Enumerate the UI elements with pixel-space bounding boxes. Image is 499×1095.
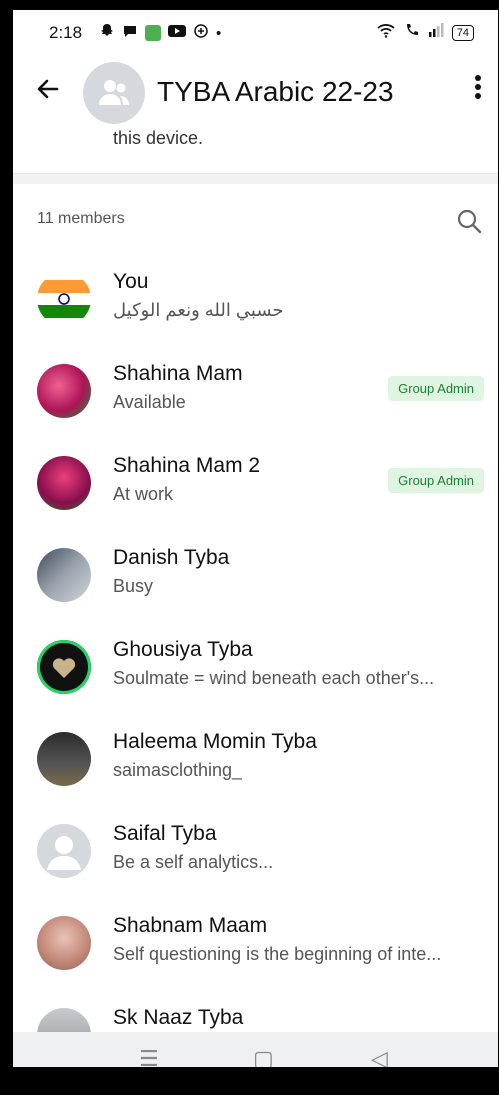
member-name: Saifal Tyba <box>113 822 217 845</box>
member-status: Available <box>113 392 186 412</box>
system-status-icons: 74 <box>376 22 474 43</box>
member-status: Soulmate = wind beneath each other's... <box>113 668 435 688</box>
system-nav-bar: ☰ ▢ ◁ <box>13 1032 498 1067</box>
members-count: 11 members <box>37 210 125 227</box>
snapchat-icon <box>99 23 115 43</box>
member-row[interactable]: Danish Tyba Busy <box>13 532 498 624</box>
member-row[interactable]: Shabnam Maam Self questioning is the beg… <box>13 900 498 992</box>
section-divider <box>13 173 498 184</box>
member-status: حسبي الله ونعم الوكيل <box>113 300 284 320</box>
avatar <box>37 364 91 418</box>
member-status: saimasclothing_ <box>113 760 243 780</box>
member-name: Danish Tyba <box>113 546 230 569</box>
member-row[interactable]: Shahina Mam Available Group Admin <box>13 348 498 440</box>
group-description-tail: this device. <box>113 128 204 148</box>
member-name: Shabnam Maam <box>113 914 268 937</box>
status-time: 2:18 <box>49 23 83 42</box>
group-admin-badge: Group Admin <box>388 468 484 493</box>
green-app-icon <box>145 25 161 41</box>
member-row[interactable]: Ghousiya Tyba Soulmate = wind beneath ea… <box>13 624 498 716</box>
member-status: Be a self analytics... <box>113 852 274 872</box>
member-row[interactable]: You حسبي الله ونعم الوكيل <box>13 256 498 348</box>
signal-icon <box>428 23 444 42</box>
member-name: Haleema Momin Tyba <box>113 730 317 753</box>
home-button[interactable]: ▢ <box>253 1046 274 1067</box>
notification-icons: • <box>99 23 221 43</box>
back-button[interactable]: ◁ <box>371 1046 388 1067</box>
member-status: At work <box>113 484 174 504</box>
member-name: Shahina Mam <box>113 362 243 385</box>
member-name: Ghousiya Tyba <box>113 638 253 661</box>
app-header: TYBA Arabic 22-23 <box>13 54 498 132</box>
chat-icon <box>122 23 138 43</box>
youtube-icon <box>168 24 186 42</box>
more-vertical-icon[interactable] <box>474 74 482 107</box>
arrow-left-icon[interactable] <box>35 76 61 109</box>
status-dot: • <box>216 24 222 42</box>
member-row[interactable]: Shahina Mam 2 At work Group Admin <box>13 440 498 532</box>
member-row[interactable]: Haleema Momin Tyba saimasclothing_ <box>13 716 498 808</box>
recent-apps-button[interactable]: ☰ <box>139 1046 159 1067</box>
avatar <box>37 732 91 786</box>
vpn-icon <box>193 23 209 43</box>
wifi-call-icon <box>404 22 420 43</box>
avatar <box>37 640 91 694</box>
member-name: You <box>113 270 149 293</box>
avatar <box>37 916 91 970</box>
member-status: Self questioning is the beginning of int… <box>113 944 442 964</box>
member-row[interactable]: Saifal Tyba Be a self analytics... <box>13 808 498 900</box>
default-avatar-icon <box>37 824 91 878</box>
member-name: Sk Naaz Tyba <box>113 1006 244 1029</box>
battery-indicator: 74 <box>451 24 474 41</box>
avatar <box>37 272 91 326</box>
member-name: Shahina Mam 2 <box>113 454 261 477</box>
group-title[interactable]: TYBA Arabic 22-23 <box>157 76 394 108</box>
member-status: Busy <box>113 576 154 596</box>
group-avatar[interactable] <box>83 62 145 124</box>
group-info-screen: 2:18 • 74 TYBA Arabic 22-23 this device.… <box>13 10 498 1067</box>
wifi-icon <box>376 22 396 43</box>
group-admin-badge: Group Admin <box>388 376 484 401</box>
avatar <box>37 548 91 602</box>
avatar <box>37 456 91 510</box>
status-bar: 2:18 • 74 <box>13 10 498 54</box>
group-icon <box>99 80 129 105</box>
search-icon[interactable] <box>456 208 482 239</box>
